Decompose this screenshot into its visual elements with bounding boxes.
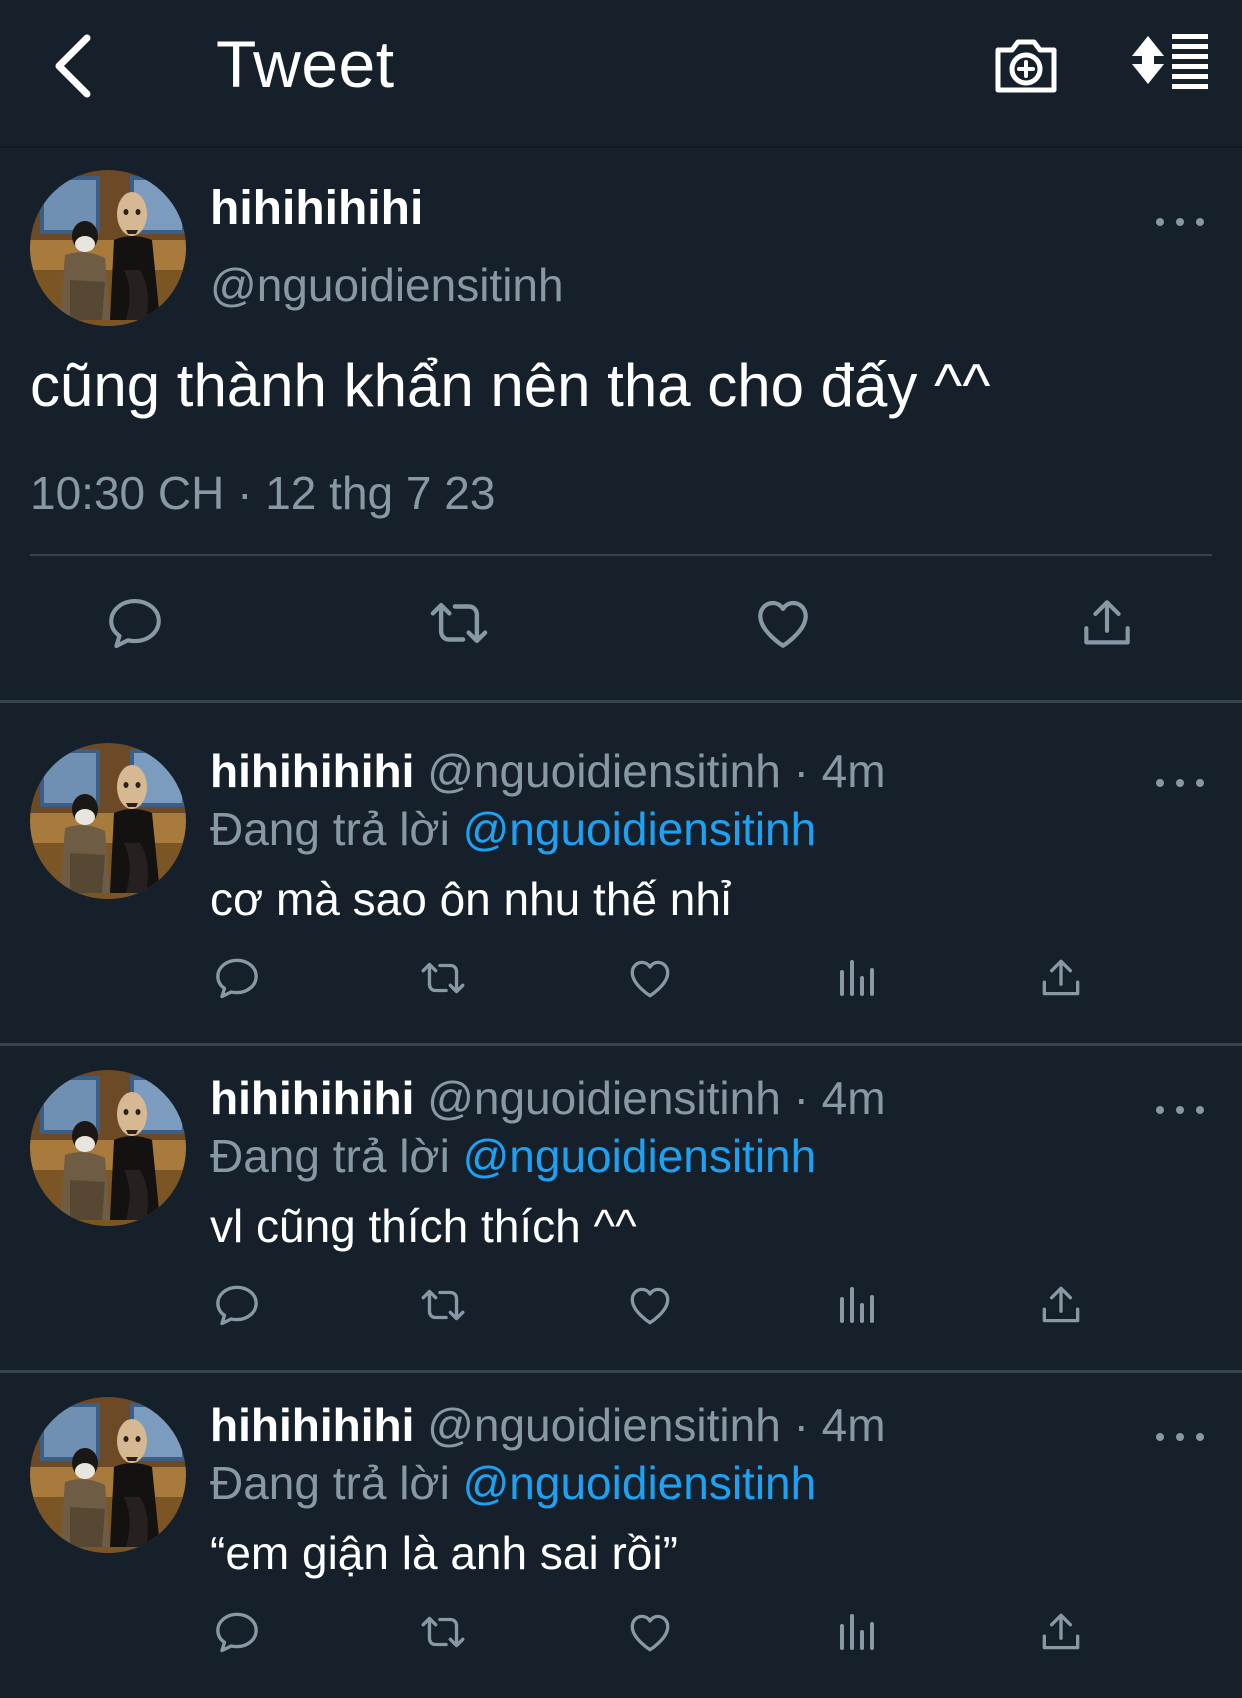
retweet-icon	[418, 951, 468, 1005]
analytics-icon	[832, 1281, 880, 1329]
mention-link[interactable]: @nguoidiensitinh	[463, 1130, 817, 1182]
mention-link[interactable]: @nguoidiensitinh	[463, 803, 817, 855]
reply-time: · 4m	[780, 1072, 886, 1124]
author-handle[interactable]: @nguoidiensitinh	[210, 258, 564, 312]
reply-tweet[interactable]: hihihihihi @nguoidiensitinh · 4m Đang tr…	[0, 1030, 1242, 1355]
analytics-icon	[832, 1608, 880, 1656]
reply-icon	[212, 1607, 262, 1657]
replying-label: Đang trả lời	[210, 1130, 463, 1182]
author-name[interactable]: hihihihihi	[210, 1399, 414, 1451]
retweet-icon	[426, 590, 492, 656]
author-handle[interactable]: @nguoidiensitinh	[427, 1072, 781, 1124]
share-button[interactable]	[1072, 588, 1142, 658]
more-icon[interactable]	[1150, 773, 1210, 793]
analytics-button[interactable]	[831, 1607, 881, 1657]
heart-icon	[625, 952, 675, 1004]
author-name[interactable]: hihihihihi	[210, 181, 423, 236]
avatar[interactable]	[30, 1397, 186, 1553]
replying-to: Đang trả lời @nguoidiensitinh	[210, 1128, 816, 1184]
avatar[interactable]	[30, 743, 186, 899]
more-icon[interactable]	[1150, 1427, 1210, 1447]
chevron-left-icon	[55, 34, 91, 98]
divider	[30, 554, 1212, 556]
top-nav-bar: Tweet	[0, 0, 1242, 146]
analytics-icon	[832, 954, 880, 1002]
reply-button[interactable]	[212, 1280, 262, 1330]
retweet-button[interactable]	[418, 1280, 468, 1330]
mention-link[interactable]: @nguoidiensitinh	[463, 1457, 817, 1509]
share-icon	[1036, 953, 1086, 1003]
reply-button[interactable]	[100, 588, 170, 658]
reply-time: · 4m	[780, 1399, 886, 1451]
share-button[interactable]	[1036, 953, 1086, 1003]
tweet-text: cơ mà sao ôn nhu thế nhỉ	[210, 873, 732, 925]
tweet-text: “em giận là anh sai rồi”	[210, 1527, 678, 1579]
heart-icon	[625, 1606, 675, 1658]
tweet-timestamp: 10:30 CH · 12 thg 7 23	[30, 467, 496, 519]
main-tweet: hihihihihi @nguoidiensitinh cũng thành k…	[0, 148, 1242, 700]
retweet-button[interactable]	[424, 588, 494, 658]
tweet-actions	[0, 1607, 1242, 1667]
tweet-text: vl cũng thích thích ^^	[210, 1200, 637, 1252]
sort-button[interactable]	[1128, 28, 1212, 100]
reply-icon	[212, 953, 262, 1003]
like-button[interactable]	[625, 1607, 675, 1657]
author-handle[interactable]: @nguoidiensitinh	[427, 1399, 781, 1451]
like-button[interactable]	[748, 588, 818, 658]
back-button[interactable]	[38, 26, 108, 106]
reply-button[interactable]	[212, 1607, 262, 1657]
retweet-icon	[418, 1605, 468, 1659]
like-button[interactable]	[625, 1280, 675, 1330]
reply-button[interactable]	[212, 953, 262, 1003]
reply-header: hihihihihi @nguoidiensitinh · 4m	[210, 743, 886, 799]
share-button[interactable]	[1036, 1280, 1086, 1330]
heart-icon	[751, 591, 815, 655]
author-name[interactable]: hihihihihi	[210, 745, 414, 797]
replying-to: Đang trả lời @nguoidiensitinh	[210, 801, 816, 857]
avatar[interactable]	[30, 1070, 186, 1226]
analytics-button[interactable]	[831, 953, 881, 1003]
share-icon	[1036, 1607, 1086, 1657]
share-button[interactable]	[1036, 1607, 1086, 1657]
heart-icon	[625, 1279, 675, 1331]
like-button[interactable]	[625, 953, 675, 1003]
tweet-actions	[0, 588, 1242, 668]
author-name[interactable]: hihihihihi	[210, 1072, 414, 1124]
retweet-icon	[418, 1278, 468, 1332]
replying-to: Đang trả lời @nguoidiensitinh	[210, 1455, 816, 1511]
author-handle[interactable]: @nguoidiensitinh	[427, 745, 781, 797]
share-icon	[1036, 1280, 1086, 1330]
tweet-actions	[0, 953, 1242, 1013]
camera-button[interactable]	[990, 28, 1062, 100]
reply-icon	[212, 1280, 262, 1330]
reply-tweet[interactable]: hihihihihi @nguoidiensitinh · 4m Đang tr…	[0, 1357, 1242, 1682]
page-title: Tweet	[216, 27, 395, 101]
retweet-button[interactable]	[418, 1607, 468, 1657]
camera-plus-icon	[995, 39, 1057, 93]
retweet-button[interactable]	[418, 953, 468, 1003]
reply-header: hihihihihi @nguoidiensitinh · 4m	[210, 1070, 886, 1126]
avatar[interactable]	[30, 170, 186, 326]
share-icon	[1076, 592, 1138, 654]
tweet-actions	[0, 1280, 1242, 1340]
reply-header: hihihihihi @nguoidiensitinh · 4m	[210, 1397, 886, 1453]
more-icon[interactable]	[1150, 1100, 1210, 1120]
analytics-button[interactable]	[831, 1280, 881, 1330]
reply-tweet[interactable]: hihihihihi @nguoidiensitinh · 4m Đang tr…	[0, 703, 1242, 1028]
replying-label: Đang trả lời	[210, 1457, 463, 1509]
sort-list-icon	[1132, 34, 1208, 89]
reply-time: · 4m	[780, 745, 886, 797]
replying-label: Đang trả lời	[210, 803, 463, 855]
reply-icon	[104, 592, 166, 654]
more-icon[interactable]	[1150, 212, 1210, 232]
tweet-text: cũng thành khẩn nên tha cho đấy ^^	[30, 352, 991, 419]
